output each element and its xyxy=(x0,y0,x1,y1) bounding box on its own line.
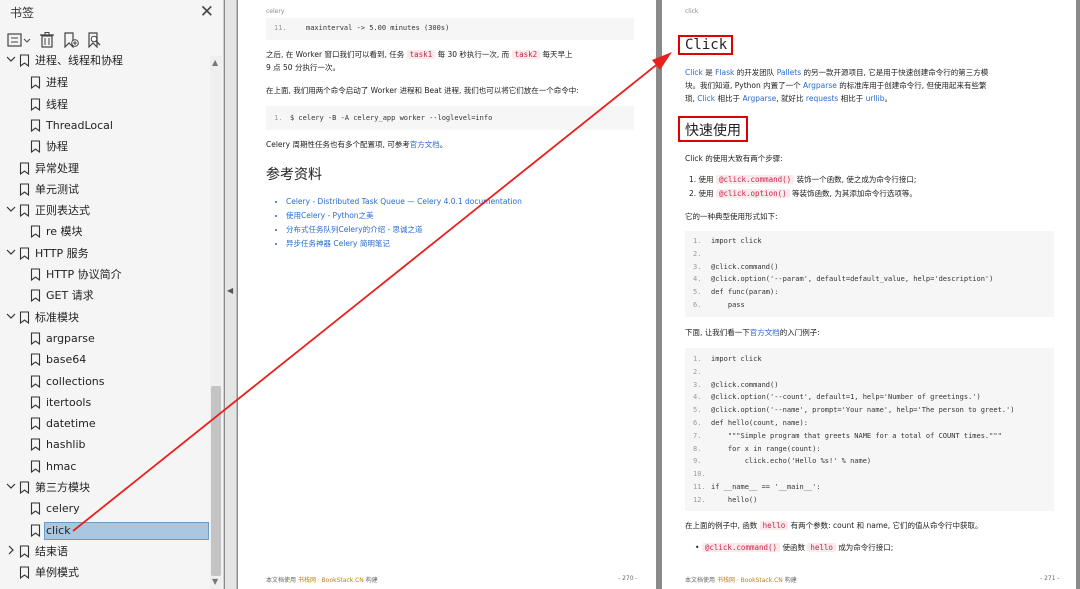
arrow-annotation xyxy=(72,52,672,532)
